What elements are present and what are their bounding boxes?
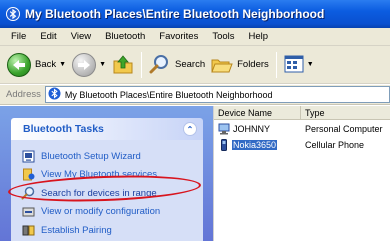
views-icon xyxy=(284,55,304,75)
task-bluetooth-setup-wizard[interactable]: Bluetooth Setup Wizard xyxy=(11,147,203,166)
views-button[interactable]: ▼ xyxy=(281,50,317,80)
menu-file[interactable]: File xyxy=(4,31,33,42)
task-label: Bluetooth Setup Wizard xyxy=(41,150,141,162)
toolbar-separator xyxy=(141,51,142,78)
computer-icon xyxy=(218,123,230,135)
bluetooth-tasks-header[interactable]: Bluetooth Tasks ⌃ xyxy=(11,118,203,140)
column-device-name[interactable]: Device Name xyxy=(214,106,301,119)
list-item[interactable]: JOHNNY Personal Computer xyxy=(214,122,390,136)
chevron-down-icon[interactable]: ▼ xyxy=(307,61,314,68)
menu-tools[interactable]: Tools xyxy=(205,31,241,42)
toolbar-separator xyxy=(275,51,277,78)
folders-icon xyxy=(211,54,233,76)
search-label: Search xyxy=(175,59,206,70)
back-label: Back xyxy=(35,59,57,70)
chevron-down-icon[interactable]: ▼ xyxy=(59,61,66,68)
address-value: My Bluetooth Places\Entire Bluetooth Nei… xyxy=(64,89,273,100)
menu-edit[interactable]: Edit xyxy=(33,31,63,42)
title-bar[interactable]: My Bluetooth Places\Entire Bluetooth Nei… xyxy=(0,0,390,28)
address-field[interactable]: My Bluetooth Places\Entire Bluetooth Nei… xyxy=(44,86,390,103)
device-name: Nokia3650 xyxy=(232,140,278,150)
forward-arrow-icon xyxy=(72,52,97,77)
device-type: Personal Computer xyxy=(305,124,383,134)
setup-wizard-icon xyxy=(21,149,35,163)
menu-favorites[interactable]: Favorites xyxy=(152,31,205,42)
chevron-down-icon[interactable]: ▼ xyxy=(99,61,106,68)
folders-label: Folders xyxy=(237,59,269,70)
window-title: My Bluetooth Places\Entire Bluetooth Nei… xyxy=(25,7,325,21)
up-folder-button[interactable] xyxy=(109,50,137,80)
task-label: View or modify configuration xyxy=(41,206,161,218)
bluetooth-places-icon xyxy=(48,87,61,102)
up-folder-icon xyxy=(112,54,134,76)
device-list: Device Name Type JOHNNY Personal Compute… xyxy=(213,106,390,241)
address-bar: Address My Bluetooth Places\Entire Bluet… xyxy=(0,85,390,105)
forward-button[interactable]: ▼ xyxy=(69,50,109,80)
collapse-chevron-icon[interactable]: ⌃ xyxy=(183,122,197,136)
toolbar: Back ▼ ▼ Search Folders ▼ xyxy=(0,46,390,84)
list-item[interactable]: Nokia3650 Cellular Phone xyxy=(214,138,390,152)
task-establish-pairing[interactable]: Establish Pairing xyxy=(11,221,203,240)
task-pane: Bluetooth Tasks ⌃ Bluetooth Setup Wizard… xyxy=(0,106,213,241)
list-header: Device Name Type xyxy=(214,106,390,120)
bluetooth-tasks-title: Bluetooth Tasks xyxy=(23,123,104,135)
magnifier-icon xyxy=(149,54,171,76)
phone-icon xyxy=(218,139,230,151)
back-button[interactable]: Back ▼ xyxy=(4,50,69,80)
task-label: Establish Pairing xyxy=(41,224,112,236)
folders-button[interactable]: Folders xyxy=(208,50,272,80)
search-button[interactable]: Search xyxy=(146,50,208,80)
menu-bluetooth[interactable]: Bluetooth xyxy=(98,31,152,42)
menu-bar: File Edit View Bluetooth Favorites Tools… xyxy=(0,28,390,46)
menu-view[interactable]: View xyxy=(64,31,98,42)
column-type[interactable]: Type xyxy=(301,106,390,119)
bluetooth-services-icon xyxy=(21,168,35,182)
menu-help[interactable]: Help xyxy=(242,31,276,42)
address-label: Address xyxy=(6,89,41,100)
bluetooth-icon xyxy=(5,6,21,22)
back-arrow-icon xyxy=(7,52,31,77)
device-name: JOHNNY xyxy=(233,124,271,134)
task-view-modify-configuration[interactable]: View or modify configuration xyxy=(11,203,203,222)
pairing-icon xyxy=(21,223,35,237)
configuration-icon xyxy=(21,205,35,219)
device-type: Cellular Phone xyxy=(305,140,365,150)
